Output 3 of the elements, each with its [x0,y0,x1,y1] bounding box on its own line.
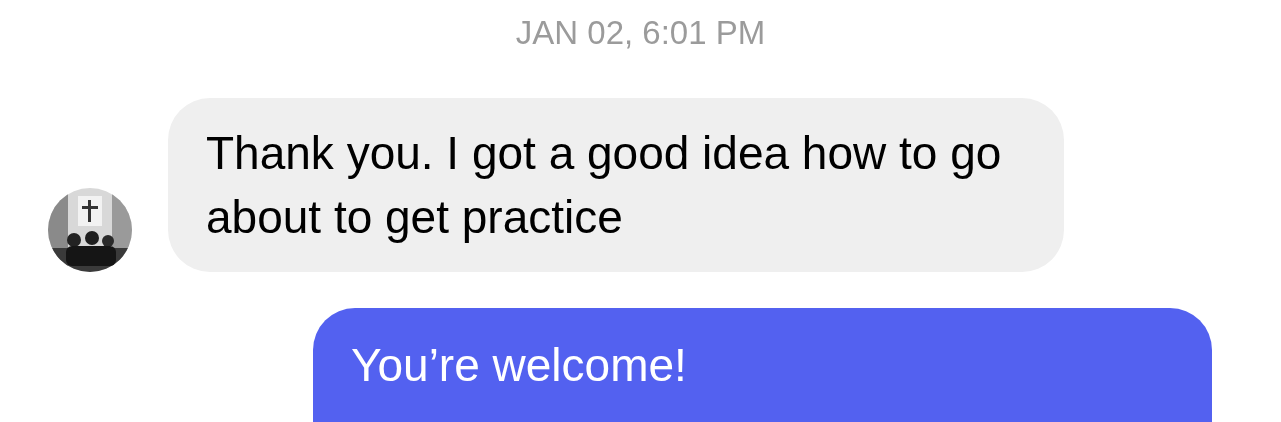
timestamp: JAN 02, 6:01 PM [515,14,766,52]
message-bubble: You’re welcome! [313,308,1212,422]
message-bubble: Thank you. I got a good idea how to go about to get practice [168,98,1064,272]
